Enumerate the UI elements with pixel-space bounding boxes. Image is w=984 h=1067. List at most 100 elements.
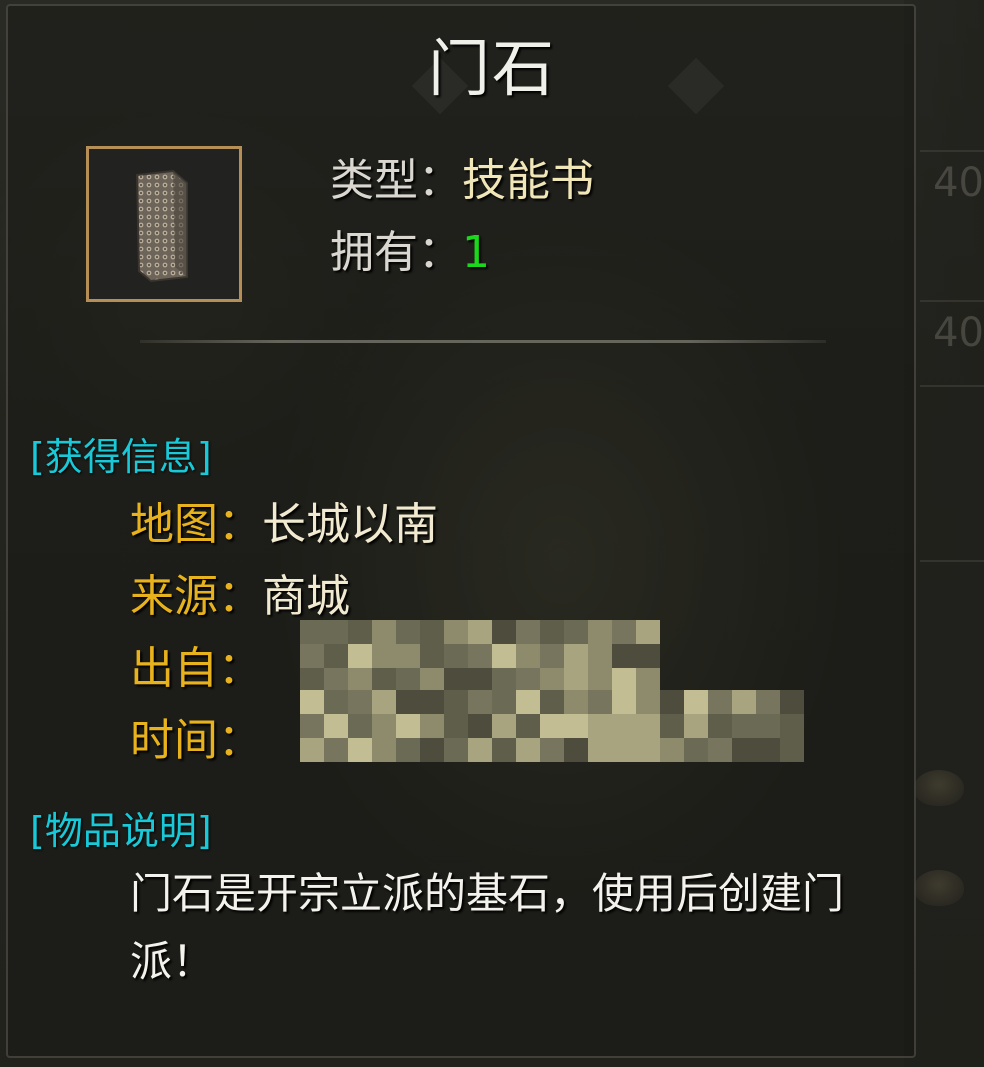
mosaic-cell — [516, 644, 540, 668]
mosaic-cell — [420, 714, 444, 738]
mosaic-cell — [492, 668, 516, 692]
mosaic-cell — [588, 714, 612, 738]
mosaic-cell — [708, 714, 732, 738]
mosaic-cell — [708, 738, 732, 762]
mosaic-cell — [540, 690, 564, 714]
mosaic-cell — [444, 644, 468, 668]
mosaic-cell — [732, 690, 756, 714]
mosaic-cell — [372, 668, 396, 692]
mosaic-cell — [756, 738, 780, 762]
mosaic-cell — [468, 644, 492, 668]
mosaic-cell — [732, 714, 756, 738]
source-value: 商城 — [262, 571, 350, 622]
origin-value-redacted — [300, 620, 660, 692]
background-slot: 40 — [920, 150, 984, 212]
mosaic-cell — [420, 644, 444, 668]
mosaic-cell — [540, 738, 564, 762]
mosaic-cell — [636, 620, 660, 644]
mosaic-cell — [612, 690, 636, 714]
item-type-row: 类型：技能书 — [330, 144, 594, 208]
time-value-redacted — [300, 690, 804, 762]
mosaic-cell — [396, 738, 420, 762]
mosaic-cell — [372, 738, 396, 762]
mosaic-cell — [396, 644, 420, 668]
mosaic-cell — [444, 738, 468, 762]
item-icon-slot[interactable] — [86, 146, 242, 302]
owned-label: 拥有： — [330, 227, 462, 278]
mosaic-cell — [324, 644, 348, 668]
mosaic-cell — [492, 690, 516, 714]
map-row: 地图：长城以南 — [130, 488, 438, 552]
mosaic-cell — [468, 668, 492, 692]
mosaic-cell — [492, 738, 516, 762]
item-description: 门石是开宗立派的基石，使用后创建门派！ — [130, 869, 845, 986]
mosaic-cell — [588, 738, 612, 762]
mosaic-cell — [324, 690, 348, 714]
mosaic-cell — [516, 714, 540, 738]
mosaic-cell — [300, 738, 324, 762]
mosaic-cell — [588, 620, 612, 644]
mosaic-cell — [732, 738, 756, 762]
time-label: 时间： — [130, 715, 262, 766]
mosaic-cell — [300, 714, 324, 738]
mosaic-cell — [300, 644, 324, 668]
mosaic-cell — [612, 620, 636, 644]
ingot-icon — [914, 770, 964, 806]
mosaic-cell — [372, 690, 396, 714]
mosaic-cell — [660, 690, 684, 714]
mosaic-cell — [468, 620, 492, 644]
mosaic-cell — [636, 714, 660, 738]
source-label: 来源： — [130, 571, 262, 622]
mosaic-cell — [588, 690, 612, 714]
source-row: 来源：商城 — [130, 560, 350, 624]
mosaic-cell — [396, 668, 420, 692]
mosaic-cell — [372, 644, 396, 668]
mosaic-cell — [420, 668, 444, 692]
map-label: 地图： — [130, 499, 262, 550]
mosaic-cell — [444, 620, 468, 644]
mosaic-cell — [780, 714, 804, 738]
mosaic-cell — [588, 668, 612, 692]
mosaic-cell — [636, 668, 660, 692]
mosaic-cell — [660, 738, 684, 762]
mosaic-cell — [444, 690, 468, 714]
mosaic-cell — [636, 644, 660, 668]
mosaic-cell — [468, 738, 492, 762]
mosaic-cell — [612, 738, 636, 762]
mosaic-cell — [420, 690, 444, 714]
mosaic-cell — [324, 620, 348, 644]
mosaic-cell — [636, 690, 660, 714]
mosaic-cell — [780, 690, 804, 714]
mosaic-cell — [516, 690, 540, 714]
mosaic-cell — [348, 690, 372, 714]
mosaic-cell — [516, 738, 540, 762]
item-type-value: 技能书 — [462, 155, 594, 206]
mosaic-cell — [612, 714, 636, 738]
background-slot: 40 — [920, 300, 984, 372]
mosaic-cell — [348, 738, 372, 762]
mosaic-cell — [516, 620, 540, 644]
background-slot — [920, 560, 984, 712]
owned-count: 1 — [462, 227, 490, 278]
mosaic-cell — [372, 620, 396, 644]
mosaic-cell — [492, 620, 516, 644]
mosaic-cell — [564, 644, 588, 668]
description-section-title: [物品说明] — [30, 809, 212, 853]
mosaic-cell — [324, 714, 348, 738]
mosaic-cell — [324, 738, 348, 762]
mosaic-cell — [564, 620, 588, 644]
game-screen: 40 40 门石 类型：技能书 拥有：1 [获得信息] 地图：长城以南 来源：商… — [0, 0, 984, 1067]
mosaic-cell — [540, 644, 564, 668]
owned-count-row: 拥有：1 — [330, 216, 490, 280]
mosaic-cell — [684, 690, 708, 714]
mosaic-cell — [324, 668, 348, 692]
ingot-icon — [914, 870, 964, 906]
mosaic-cell — [492, 644, 516, 668]
mosaic-cell — [660, 714, 684, 738]
mosaic-cell — [540, 668, 564, 692]
mosaic-cell — [612, 644, 636, 668]
mosaic-cell — [564, 714, 588, 738]
mosaic-cell — [396, 714, 420, 738]
mosaic-cell — [708, 690, 732, 714]
mosaic-cell — [396, 620, 420, 644]
